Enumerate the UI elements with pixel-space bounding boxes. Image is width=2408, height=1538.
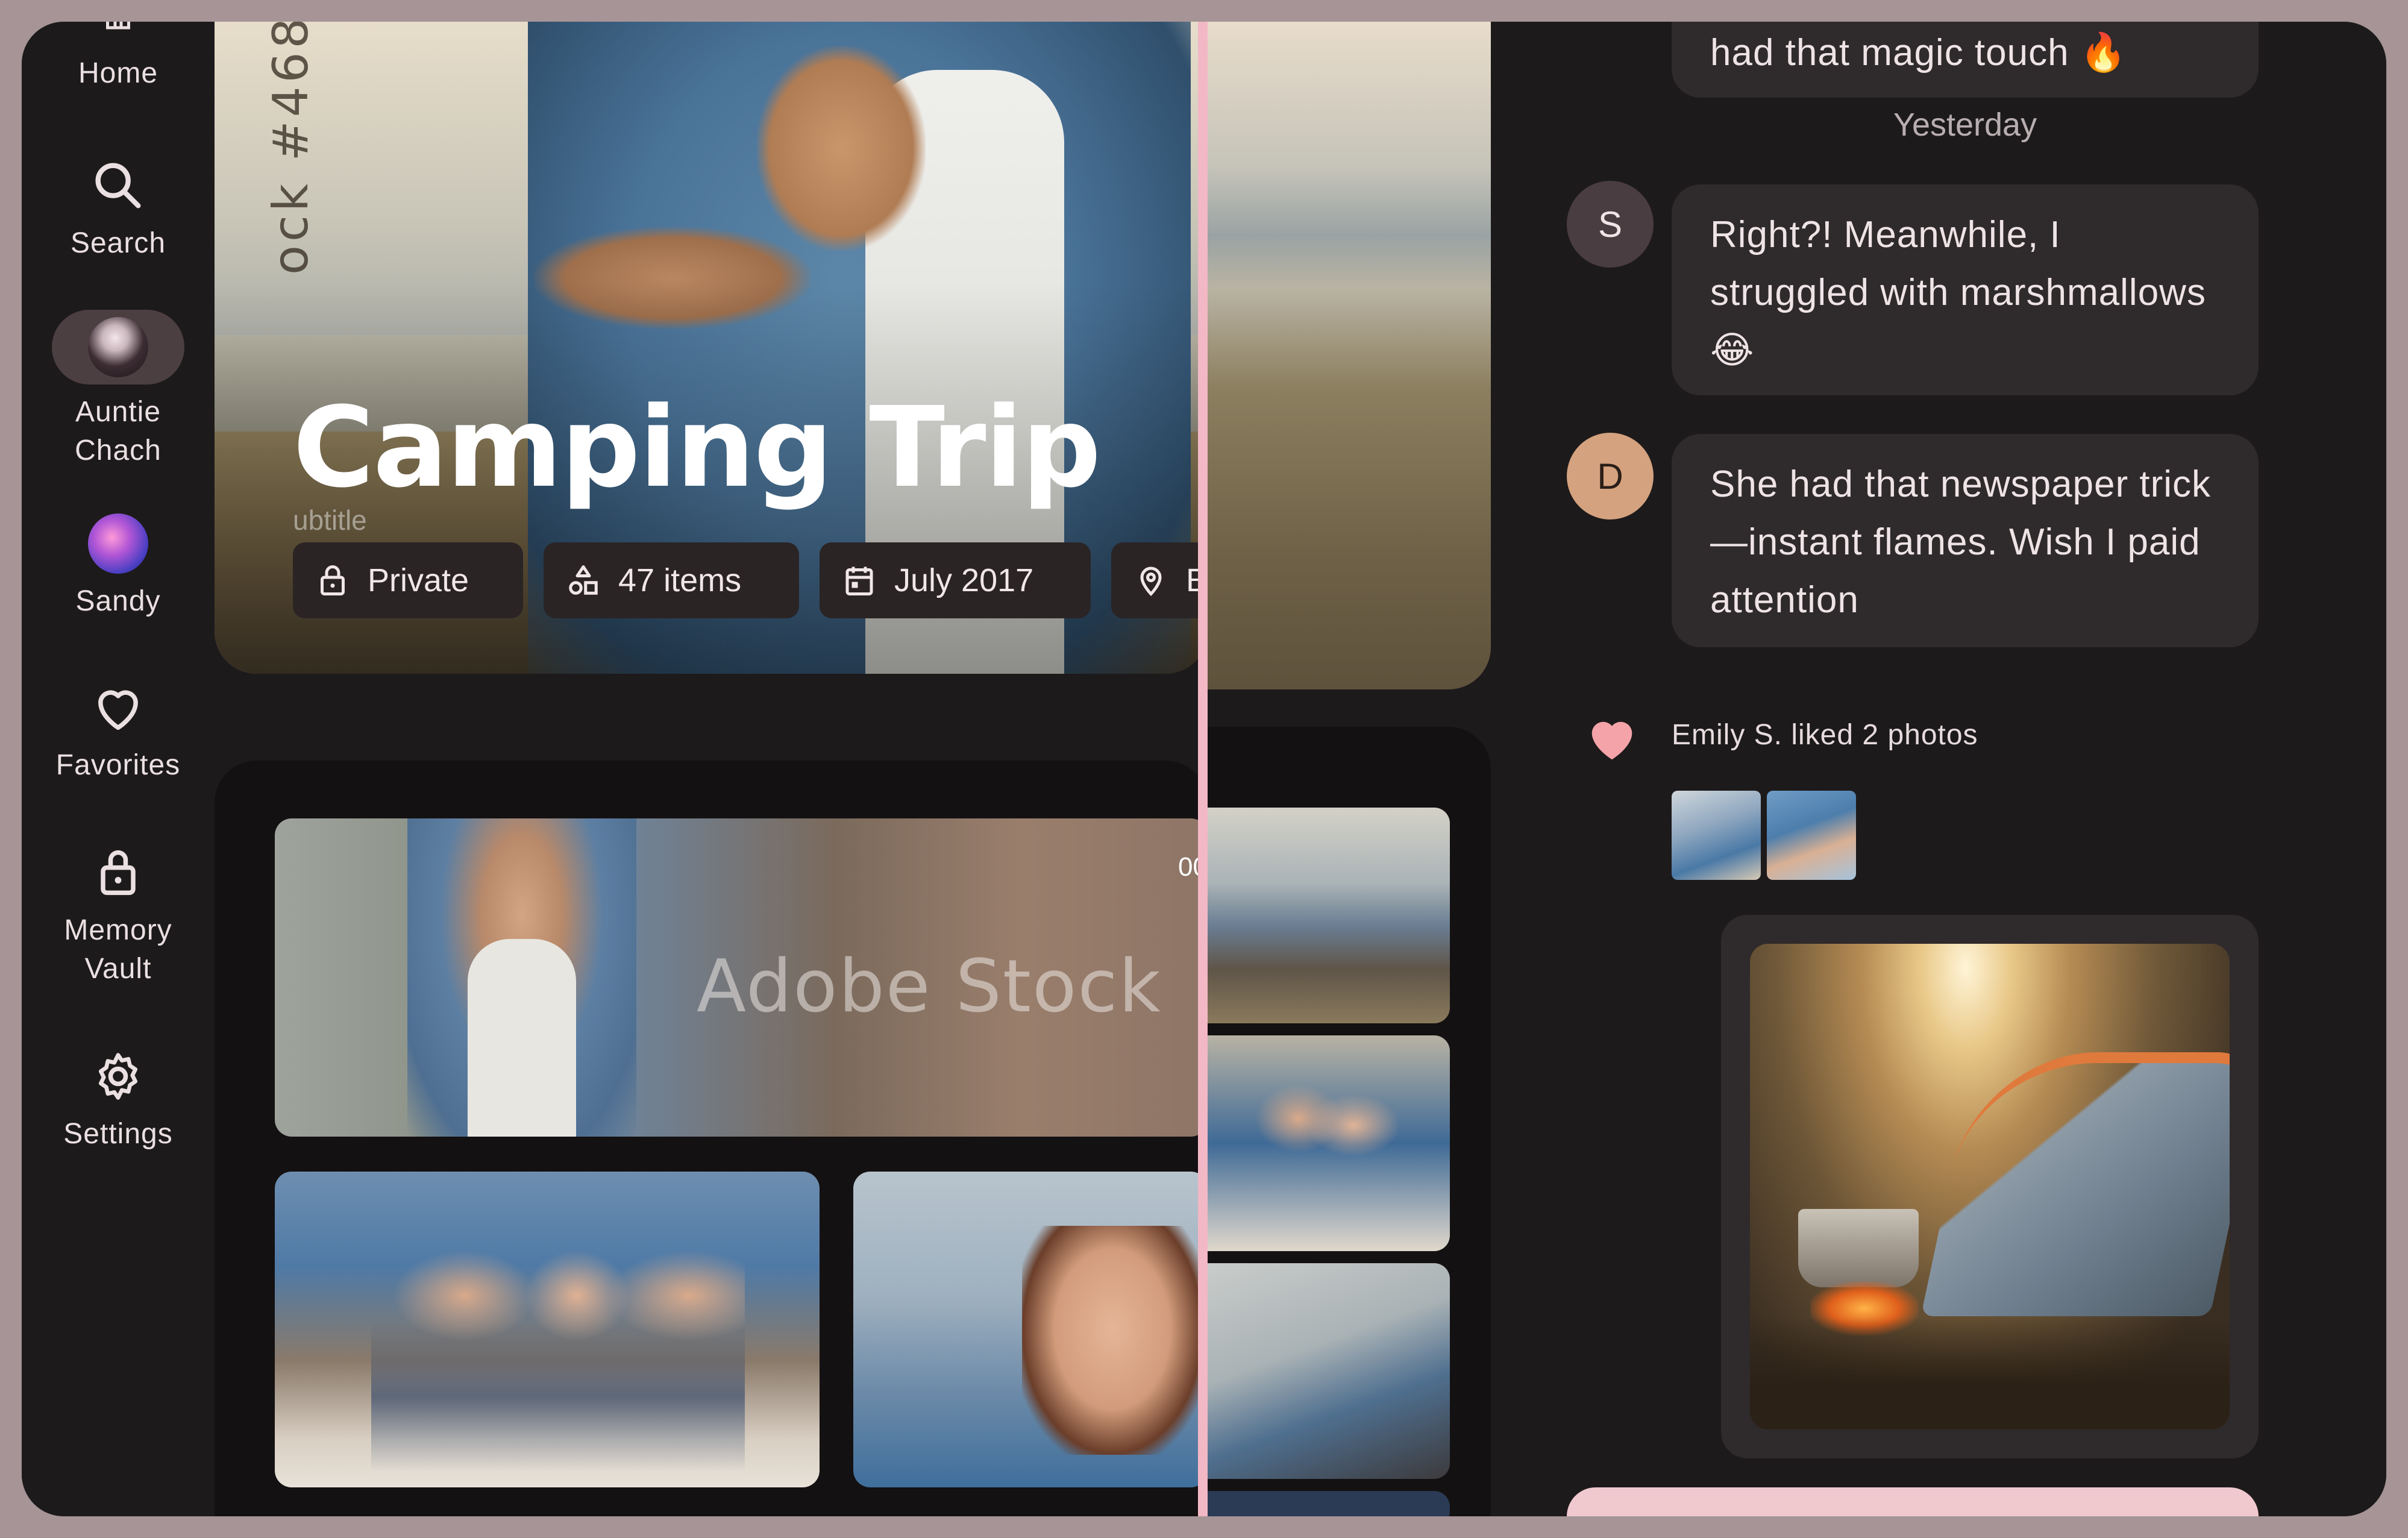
search-icon (95, 163, 141, 209)
message-bubble: Right?! Meanwhile, I struggled with mars… (1672, 184, 2259, 395)
activity-text: Emily S. liked 2 photos (1672, 719, 1978, 751)
shared-photo (1750, 944, 2230, 1430)
heart-icon (1591, 721, 1632, 760)
pane-resize-handle[interactable] (1198, 22, 1208, 1516)
location-pin-icon (1140, 567, 1162, 597)
lock-icon (101, 850, 136, 896)
nav-item-label: Auntie Chach (75, 396, 161, 466)
own-message-bubble: Just uploaded her ‘famous’ (1567, 1487, 2259, 1516)
active-indicator (52, 310, 184, 384)
nav-item-label: Memory Vault (64, 914, 172, 985)
navigation-rail: Home Search Auntie Chach Sandy Favorites (22, 22, 215, 1516)
album-gallery: Adobe Stock 00 (215, 761, 1208, 1516)
photo-tile[interactable] (853, 1172, 1208, 1487)
stock-watermark: Adobe Stock (697, 945, 1162, 1029)
avatar (88, 513, 148, 574)
liked-photo-thumbnail[interactable] (1672, 791, 1761, 880)
shapes-icon (569, 565, 598, 595)
app-window: Home Search Auntie Chach Sandy Favorites (22, 22, 2386, 1516)
secondary-hero-image (1208, 22, 1491, 689)
photo-group (371, 1220, 745, 1473)
secondary-gallery (1208, 727, 1491, 1516)
stock-watermark: ock #468026737 (263, 22, 319, 275)
lock-icon (321, 565, 345, 595)
nav-item-label: Home (78, 57, 158, 89)
photo-group (1244, 1066, 1400, 1198)
photo-tile[interactable] (275, 1172, 820, 1487)
nav-item-label: Sandy (75, 585, 161, 617)
nav-item-home[interactable]: Home (22, 22, 215, 93)
day-separator: Yesterday (1893, 107, 2037, 143)
album-title: Camping Trip (293, 383, 1101, 512)
nav-item-sandy[interactable]: Sandy (22, 513, 215, 621)
nav-item-settings[interactable]: Settings (22, 1046, 215, 1154)
photo-person (1022, 1226, 1203, 1455)
album-chips: Private 47 items July 2017 (293, 542, 1256, 618)
chip-date[interactable]: July 2017 (820, 542, 1091, 618)
chip-label: Private (368, 562, 469, 598)
avatar[interactable]: D (1567, 433, 1654, 519)
nav-item-favorites[interactable]: Favorites (22, 677, 215, 785)
shared-photo-card[interactable] (1721, 915, 2259, 1458)
nav-item-label: Favorites (55, 749, 181, 781)
chip-private[interactable]: Private (293, 542, 523, 618)
video-tile[interactable]: Adobe Stock 00 (275, 818, 1208, 1137)
heart-icon (98, 690, 138, 730)
chip-item-count[interactable]: 47 items (544, 542, 799, 618)
album-subtitle: ubtitle (293, 504, 367, 536)
message-bubble: She had that newspaper trick—instant fla… (1672, 434, 2259, 647)
photo-tile[interactable] (1208, 1035, 1450, 1251)
chat-pane: had that magic touch 🔥 Yesterday S Right… (1491, 22, 2386, 1516)
nav-item-label: Search (70, 227, 166, 259)
calendar-icon (845, 567, 873, 595)
home-icon (106, 22, 130, 30)
chip-label: 47 items (618, 562, 742, 598)
photo-pot (1798, 1209, 1919, 1287)
liked-photo-thumbnail[interactable] (1767, 791, 1856, 880)
photo-tile[interactable] (1208, 1491, 1450, 1516)
message-bubble: had that magic touch 🔥 (1672, 22, 2259, 98)
nav-item-auntie-chach[interactable]: Auntie Chach (22, 310, 215, 470)
nav-item-label: Settings (63, 1118, 173, 1150)
photo-shirt (468, 939, 576, 1137)
nav-item-search[interactable]: Search (22, 155, 215, 263)
avatar[interactable]: S (1567, 181, 1654, 268)
chip-label: July 2017 (894, 562, 1034, 598)
avatar (88, 317, 148, 377)
gear-icon (98, 1053, 138, 1100)
photo-ground (1750, 1317, 2230, 1430)
nav-item-memory-vault[interactable]: Memory Vault (22, 843, 215, 988)
photo-tent (1920, 1052, 2230, 1316)
photo-tile[interactable] (1208, 808, 1450, 1023)
photo-tile[interactable] (1208, 1263, 1450, 1479)
